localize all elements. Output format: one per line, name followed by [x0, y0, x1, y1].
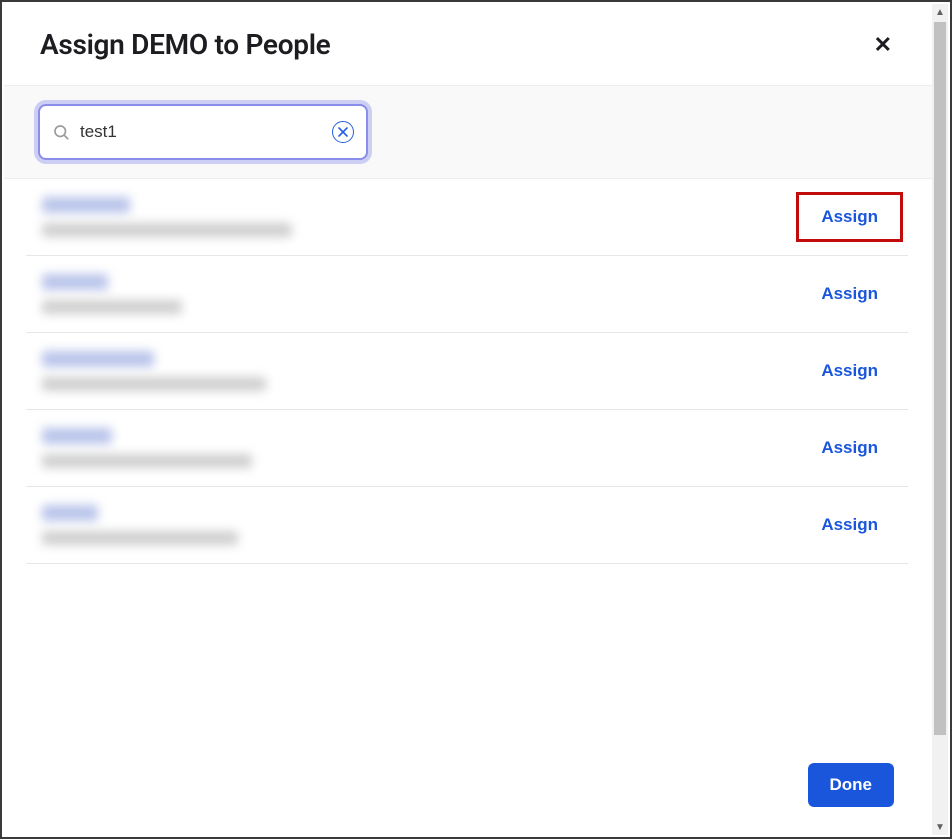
search-input[interactable]	[70, 122, 332, 142]
result-row: Assign	[26, 179, 908, 256]
search-icon	[52, 123, 70, 141]
assign-button[interactable]: Assign	[803, 353, 896, 389]
close-icon: ✕	[874, 32, 892, 57]
user-name-redacted	[42, 274, 108, 290]
clear-icon	[338, 127, 348, 137]
result-row: Assign	[26, 487, 908, 564]
assign-button[interactable]: Assign	[803, 276, 896, 312]
scrollbar-vertical[interactable]: ▲ ▼	[932, 4, 948, 835]
clear-search-button[interactable]	[332, 121, 354, 143]
content-region: Assign DEMO to People ✕ AssignAssignAssi…	[4, 4, 932, 835]
dialog-frame: Assign DEMO to People ✕ AssignAssignAssi…	[0, 0, 952, 839]
scroll-down-button[interactable]: ▼	[932, 819, 948, 835]
done-button[interactable]: Done	[808, 763, 895, 807]
user-identity	[42, 351, 266, 391]
search-area	[4, 85, 932, 179]
result-row: Assign	[26, 333, 908, 410]
dialog-title: Assign DEMO to People	[40, 28, 330, 61]
scroll-up-button[interactable]: ▲	[932, 4, 948, 20]
user-identity	[42, 274, 182, 314]
user-name-redacted	[42, 351, 154, 367]
user-identity	[42, 505, 238, 545]
result-row: Assign	[26, 410, 908, 487]
user-name-redacted	[42, 197, 130, 213]
search-field-wrap	[38, 104, 368, 160]
dialog-header: Assign DEMO to People ✕	[4, 4, 932, 85]
user-identity	[42, 428, 252, 468]
user-email-redacted	[42, 377, 266, 391]
user-name-redacted	[42, 505, 98, 521]
assign-button[interactable]: Assign	[803, 507, 896, 543]
user-email-redacted	[42, 300, 182, 314]
user-name-redacted	[42, 428, 112, 444]
assign-button[interactable]: Assign	[803, 199, 896, 235]
assign-button[interactable]: Assign	[803, 430, 896, 466]
results-list: Assign Assign Assign Assign Assign	[4, 179, 932, 743]
user-email-redacted	[42, 531, 238, 545]
result-row: Assign	[26, 256, 908, 333]
user-email-redacted	[42, 454, 252, 468]
dialog-footer: Done	[4, 743, 932, 835]
close-button[interactable]: ✕	[870, 30, 896, 60]
scroll-thumb[interactable]	[934, 22, 946, 735]
user-identity	[42, 197, 292, 237]
user-email-redacted	[42, 223, 292, 237]
